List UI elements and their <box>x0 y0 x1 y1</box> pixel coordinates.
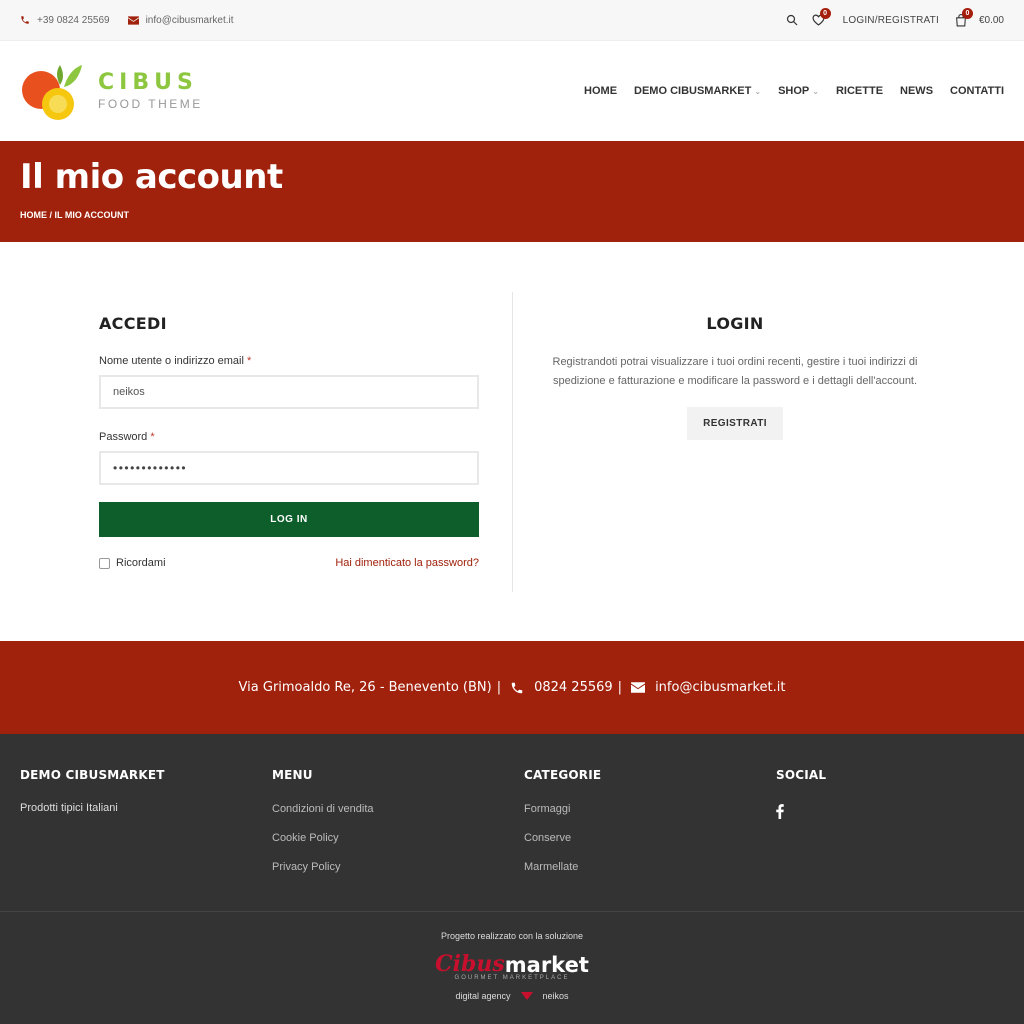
top-bar: +39 0824 25569 info@cibusmarket.it 0 LOG… <box>0 0 1024 41</box>
search-button[interactable] <box>786 14 798 26</box>
wishlist-button[interactable]: 0 <box>812 8 831 26</box>
footer-tagline: Prodotti tipici Italiani <box>20 802 118 814</box>
wishlist-count-badge: 0 <box>819 8 831 19</box>
agency-credit[interactable]: digital agency neikos <box>0 991 1024 1001</box>
envelope-icon <box>631 682 646 693</box>
chevron-down-icon: ⌄ <box>754 86 762 96</box>
nav-demo-cibusmarket[interactable]: DEMO CIBUSMARKET ⌄ <box>634 85 761 97</box>
login-title: ACCEDI <box>99 314 167 333</box>
agency-label: digital agency <box>455 991 511 1001</box>
footer-col-social: SOCIAL <box>776 768 826 824</box>
top-bar-contacts: +39 0824 25569 info@cibusmarket.it <box>20 15 252 26</box>
phone-icon <box>511 682 523 693</box>
neikos-logo-icon <box>520 992 533 1000</box>
required-mark: * <box>246 355 252 367</box>
footer-heading: SOCIAL <box>776 768 827 782</box>
site-logo[interactable]: CIBUS FOOD THEME <box>20 59 203 123</box>
top-email[interactable]: info@cibusmarket.it <box>127 14 234 26</box>
logo-subtitle: FOOD THEME <box>98 96 203 111</box>
page-hero: Il mio account HOME / IL MIO ACCOUNT <box>0 141 1024 242</box>
login-button[interactable]: LOG IN <box>99 502 479 537</box>
footer-link-cookie[interactable]: Cookie Policy <box>272 830 374 846</box>
top-phone[interactable]: +39 0824 25569 <box>20 15 110 26</box>
register-button[interactable]: REGISTRATI <box>687 407 783 440</box>
footer-link-conserve[interactable]: Conserve <box>524 830 601 846</box>
footer-col-demo: DEMO CIBUSMARKET Prodotti tipici Italian… <box>20 768 165 814</box>
footer-link-privacy[interactable]: Privacy Policy <box>272 859 374 875</box>
facebook-icon <box>776 804 784 819</box>
footer-link-condizioni[interactable]: Condizioni di vendita <box>272 801 374 817</box>
logo-market-text: market <box>504 953 589 977</box>
fruit-logo-icon <box>22 65 82 120</box>
forgot-password-link[interactable]: Hai dimenticato la password? <box>335 557 479 569</box>
footer-col-categorie: CATEGORIE Formaggi Conserve Marmellate <box>524 768 601 875</box>
logo-tagline: GOURMET MARKETPLACE <box>454 975 570 981</box>
cibusmarket-logo[interactable]: Cibus market GOURMET MARKETPLACE <box>0 951 1024 981</box>
footer-col-menu: MENU Condizioni di vendita Cookie Policy… <box>272 768 374 875</box>
top-bar-actions: 0 LOGIN/REGISTRATI 0 €0.00 <box>772 7 1004 27</box>
page-title: Il mio account <box>20 157 283 197</box>
agency-name: neikos <box>542 991 569 1001</box>
password-value: ••••••••••••• <box>113 461 188 475</box>
separator: | <box>496 680 502 695</box>
footer: DEMO CIBUSMARKET Prodotti tipici Italian… <box>0 734 1024 911</box>
login-register-link[interactable]: LOGIN/REGISTRATI <box>843 15 939 26</box>
username-label: Nome utente o indirizzo email * <box>99 355 252 367</box>
footer-heading: MENU <box>272 768 313 782</box>
cart-total[interactable]: €0.00 <box>979 15 1004 26</box>
remember-label: Ricordami <box>116 557 166 569</box>
chevron-down-icon: ⌄ <box>812 86 819 96</box>
nav-shop[interactable]: SHOP ⌄ <box>778 85 819 97</box>
logo-title: CIBUS <box>98 69 198 95</box>
footer-heading: DEMO CIBUSMARKET <box>20 768 165 782</box>
envelope-icon <box>127 15 139 25</box>
project-credit-text: Progetto realizzato con la soluzione <box>440 931 584 941</box>
phone-icon <box>21 16 29 24</box>
nav-ricette[interactable]: RICETTE <box>836 85 883 97</box>
remember-checkbox[interactable] <box>99 557 110 569</box>
footer-bottom: Progetto realizzato con la soluzione Cib… <box>0 911 1024 1024</box>
top-phone-text: +39 0824 25569 <box>37 14 110 26</box>
register-title: LOGIN <box>706 314 764 333</box>
facebook-link[interactable] <box>776 804 826 824</box>
cart-button[interactable]: 0 <box>955 7 973 27</box>
username-input[interactable]: neikos <box>99 375 479 409</box>
address-text: Via Grimoaldo Re, 26 - Benevento (BN) <box>238 680 492 695</box>
search-icon <box>786 14 798 26</box>
main-nav: HOME DEMO CIBUSMARKET ⌄ SHOP ⌄ RICETTE NEW… <box>567 85 1004 97</box>
footer-link-marmellate[interactable]: Marmellate <box>524 859 601 875</box>
password-input[interactable]: ••••••••••••• <box>99 451 479 485</box>
top-email-text: info@cibusmarket.it <box>145 14 234 26</box>
address-email[interactable]: info@cibusmarket.it <box>655 680 785 695</box>
password-label: Password * <box>99 431 155 443</box>
logo-cibus-text: Cibus <box>435 951 505 977</box>
nav-home[interactable]: HOME <box>584 85 617 97</box>
column-divider <box>512 292 513 592</box>
required-mark: * <box>150 431 155 443</box>
cart-count-badge: 0 <box>961 7 973 19</box>
nav-contatti[interactable]: CONTATTI <box>950 85 1004 97</box>
address-bar: Via Grimoaldo Re, 26 - Benevento (BN) | … <box>0 641 1024 734</box>
address-phone[interactable]: 0824 25569 <box>534 680 613 695</box>
register-section: LOGIN Registrandoti potrai visualizzare … <box>545 314 925 440</box>
register-description: Registrandoti potrai visualizzare i tuoi… <box>552 356 918 387</box>
username-value: neikos <box>113 386 145 398</box>
footer-link-formaggi[interactable]: Formaggi <box>524 801 601 817</box>
login-form: ACCEDI Nome utente o indirizzo email * n… <box>99 314 479 569</box>
remember-me[interactable]: Ricordami <box>99 557 166 569</box>
footer-heading: CATEGORIE <box>524 768 602 782</box>
separator: | <box>617 680 623 695</box>
main-header: CIBUS FOOD THEME HOME DEMO CIBUSMARKET ⌄ … <box>0 41 1024 141</box>
breadcrumb[interactable]: HOME / IL MIO ACCOUNT <box>20 210 1004 220</box>
nav-news[interactable]: NEWS <box>900 85 933 97</box>
